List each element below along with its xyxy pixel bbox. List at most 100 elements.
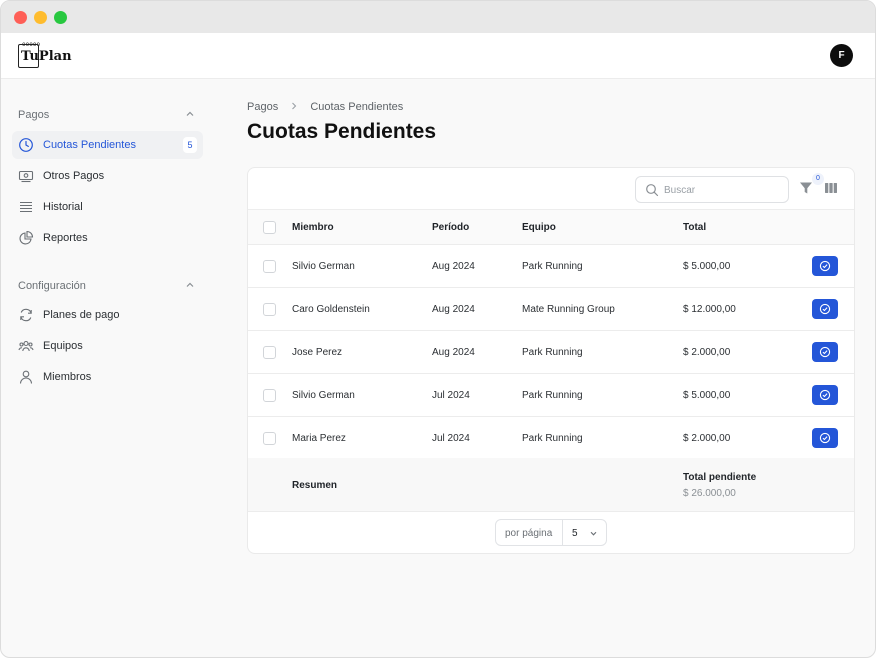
cell-team: Park Running xyxy=(522,347,583,358)
cell-team: Park Running xyxy=(522,390,583,401)
sidebar-item-equipos[interactable]: Equipos xyxy=(12,332,203,360)
summary-row: Resumen Total pendiente $ 26.000,00 xyxy=(248,458,854,512)
sidebar-section-title-pagos: Pagos xyxy=(18,109,50,121)
sidebar-section-title-configuracion: Configuración xyxy=(18,280,86,292)
user-avatar[interactable]: F xyxy=(830,44,853,67)
mark-paid-button[interactable] xyxy=(812,428,838,448)
table-header: Miembro Período Equipo Total xyxy=(248,210,854,245)
search-input[interactable] xyxy=(664,181,782,199)
sidebar: Pagos Cuotas Pendientes 5 Otros Pagos Hi… xyxy=(1,79,221,657)
row-checkbox[interactable] xyxy=(263,389,276,402)
breadcrumb-current: Cuotas Pendientes xyxy=(310,101,404,114)
summary-label: Resumen xyxy=(292,480,338,491)
cell-total: $ 2.000,00 xyxy=(683,347,731,358)
payments-table-card: 0 Miembro Período Equipo Total Silvio Ge… xyxy=(247,167,855,554)
sidebar-item-label: Historial xyxy=(43,201,83,213)
sidebar-item-label: Otros Pagos xyxy=(43,170,105,182)
count-badge: 5 xyxy=(183,137,197,153)
list-icon xyxy=(20,201,32,213)
sidebar-item-label: Cuotas Pendientes xyxy=(43,139,136,151)
column-header-miembro[interactable]: Miembro xyxy=(292,222,334,233)
check-circle-icon xyxy=(819,389,831,401)
cell-member: Jose Perez xyxy=(292,347,343,358)
user-icon xyxy=(19,370,33,384)
column-header-total[interactable]: Total xyxy=(683,222,706,233)
per-page-value: 5 xyxy=(572,528,578,539)
mark-paid-button[interactable] xyxy=(812,299,838,319)
cell-period: Aug 2024 xyxy=(432,304,475,315)
pie-chart-icon xyxy=(19,230,34,245)
chevron-up-icon[interactable] xyxy=(185,109,195,119)
sidebar-item-planes-de-pago[interactable]: Planes de pago xyxy=(12,301,203,329)
logo-rings-icon: ooooo xyxy=(22,41,41,48)
search-icon xyxy=(646,184,659,197)
per-page-label: por página xyxy=(505,528,553,539)
chevron-right-icon xyxy=(292,102,297,110)
sidebar-item-cuotas-pendientes[interactable]: Cuotas Pendientes 5 xyxy=(12,131,203,159)
sidebar-item-label: Miembros xyxy=(43,371,92,383)
cell-period: Jul 2024 xyxy=(432,390,470,401)
window-close-button[interactable] xyxy=(14,11,27,24)
window-titlebar xyxy=(1,1,875,33)
cell-total: $ 12.000,00 xyxy=(683,304,736,315)
total-pending-value: $ 26.000,00 xyxy=(683,488,736,499)
breadcrumb-link-pagos[interactable]: Pagos xyxy=(247,101,278,113)
check-circle-icon xyxy=(819,260,831,272)
column-header-equipo[interactable]: Equipo xyxy=(522,222,556,233)
sidebar-item-historial[interactable]: Historial xyxy=(12,193,203,221)
sidebar-item-label: Reportes xyxy=(43,232,88,244)
app-logo[interactable]: ooooo TuPlan xyxy=(18,41,78,71)
cell-member: Silvio German xyxy=(292,390,355,401)
table-toolbar: 0 xyxy=(248,168,854,210)
filter-count-badge: 0 xyxy=(812,173,824,185)
table-row: Silvio German Aug 2024 Park Running $ 5.… xyxy=(248,245,854,288)
per-page-select[interactable]: por página 5 xyxy=(495,519,607,546)
cell-team: Park Running xyxy=(522,261,583,272)
sidebar-item-label: Planes de pago xyxy=(43,309,120,321)
cell-total: $ 2.000,00 xyxy=(683,433,731,444)
cell-member: Silvio German xyxy=(292,261,355,272)
check-circle-icon xyxy=(819,432,831,444)
columns-icon[interactable] xyxy=(824,181,838,195)
sidebar-item-otros-pagos[interactable]: Otros Pagos xyxy=(12,162,203,190)
users-group-icon xyxy=(18,340,34,352)
cell-period: Aug 2024 xyxy=(432,261,475,272)
table-row: Silvio German Jul 2024 Park Running $ 5.… xyxy=(248,374,854,417)
mark-paid-button[interactable] xyxy=(812,342,838,362)
column-header-periodo[interactable]: Período xyxy=(432,222,469,233)
search-box[interactable] xyxy=(635,176,789,203)
top-bar: ooooo TuPlan F xyxy=(1,33,875,79)
table-row: Jose Perez Aug 2024 Park Running $ 2.000… xyxy=(248,331,854,374)
sidebar-item-reportes[interactable]: Reportes xyxy=(12,224,203,252)
total-pending-label: Total pendiente xyxy=(683,472,757,483)
row-checkbox[interactable] xyxy=(263,346,276,359)
divider xyxy=(562,520,563,545)
cell-team: Mate Running Group xyxy=(522,304,615,315)
cell-team: Park Running xyxy=(522,433,583,444)
cell-member: Maria Perez xyxy=(292,433,346,444)
window-minimize-button[interactable] xyxy=(34,11,47,24)
chevron-up-icon[interactable] xyxy=(185,280,195,290)
row-checkbox[interactable] xyxy=(263,432,276,445)
check-circle-icon xyxy=(819,303,831,315)
row-checkbox[interactable] xyxy=(263,260,276,273)
sidebar-item-miembros[interactable]: Miembros xyxy=(12,363,203,391)
table-row: Maria Perez Jul 2024 Park Running $ 2.00… xyxy=(248,417,854,460)
mark-paid-button[interactable] xyxy=(812,256,838,276)
filter-icon[interactable] xyxy=(798,180,814,196)
select-all-checkbox[interactable] xyxy=(263,221,276,234)
refresh-icon xyxy=(20,308,32,322)
logo-text: TuPlan xyxy=(21,49,72,64)
row-checkbox[interactable] xyxy=(263,303,276,316)
window-zoom-button[interactable] xyxy=(54,11,67,24)
cell-total: $ 5.000,00 xyxy=(683,390,731,401)
banknote-icon xyxy=(18,170,34,183)
clock-icon xyxy=(19,138,33,152)
mark-paid-button[interactable] xyxy=(812,385,838,405)
check-circle-icon xyxy=(819,346,831,358)
page-title: Cuotas Pendientes xyxy=(247,120,437,143)
app-window: ooooo TuPlan F Pagos Cuotas Pendientes 5… xyxy=(0,0,876,658)
cell-period: Aug 2024 xyxy=(432,347,475,358)
table-row: Caro Goldenstein Aug 2024 Mate Running G… xyxy=(248,288,854,331)
cell-period: Jul 2024 xyxy=(432,433,470,444)
